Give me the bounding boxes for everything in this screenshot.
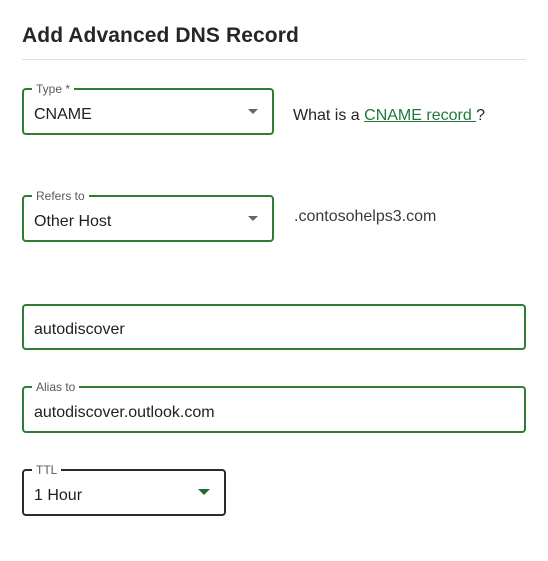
cname-help: What is a CNAME record ? <box>293 106 485 126</box>
alias-to-label: Alias to <box>32 380 80 394</box>
ttl-label: TTL <box>32 463 62 477</box>
refers-to-select[interactable]: Refers to Other Host <box>22 189 274 242</box>
refers-to-value: Other Host <box>34 213 112 230</box>
domain-suffix: .contosohelps3.com <box>294 208 437 225</box>
title-divider <box>22 59 526 60</box>
type-value: CNAME <box>34 106 92 123</box>
refers-to-label: Refers to <box>32 189 89 203</box>
alias-to-input[interactable]: Alias to autodiscover.outlook.com <box>22 380 526 433</box>
page-title: Add Advanced DNS Record <box>22 24 299 47</box>
host-input[interactable]: autodiscover <box>22 304 526 350</box>
chevron-down-icon <box>248 216 258 221</box>
ttl-select[interactable]: TTL 1 Hour <box>22 463 226 516</box>
type-label: Type * <box>32 82 75 96</box>
alias-to-value: autodiscover.outlook.com <box>34 404 215 421</box>
host-value: autodiscover <box>34 321 125 338</box>
type-select[interactable]: Type * CNAME <box>22 82 274 135</box>
help-suffix: ? <box>476 107 486 124</box>
ttl-value: 1 Hour <box>34 487 83 504</box>
chevron-down-icon <box>248 109 258 114</box>
cname-record-link[interactable]: CNAME record <box>364 107 476 124</box>
help-prefix: What is a <box>293 107 365 124</box>
chevron-down-icon <box>198 489 210 495</box>
